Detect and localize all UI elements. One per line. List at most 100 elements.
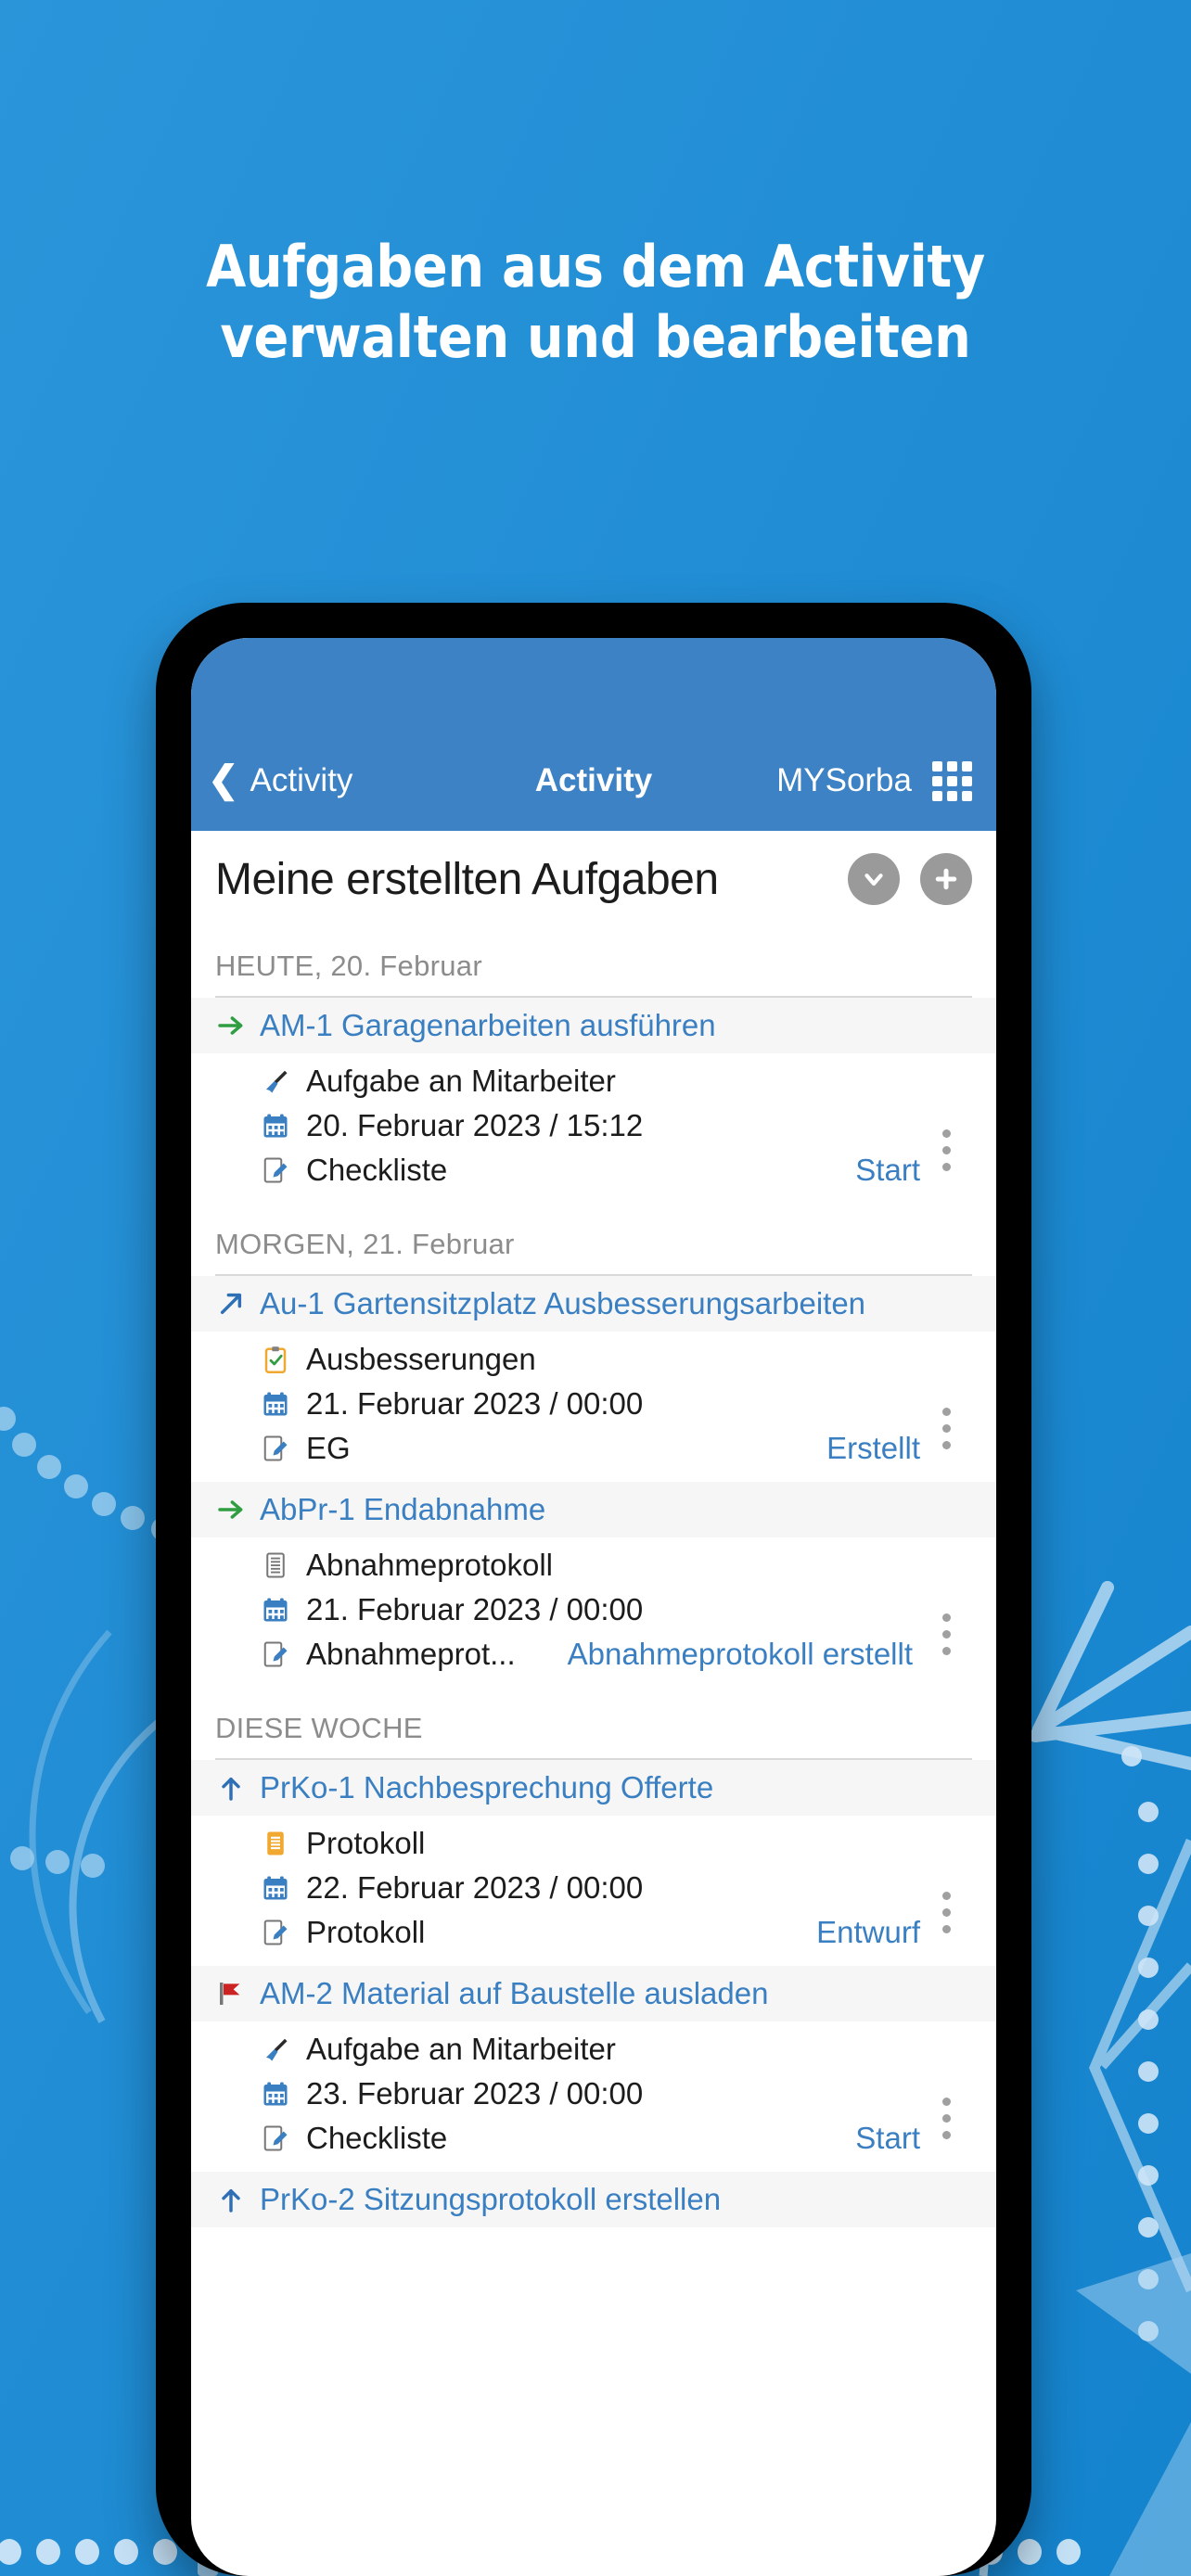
task-status[interactable]: Start bbox=[839, 1153, 920, 1188]
mysorba-link[interactable]: MYSorba bbox=[776, 762, 912, 799]
list-header-actions bbox=[848, 853, 972, 905]
task-date-row: 22. Februar 2023 / 00:00 bbox=[260, 1866, 920, 1910]
chevron-left-icon: ❮ bbox=[208, 759, 239, 800]
arrow-up-blue-icon bbox=[215, 2185, 247, 2214]
kebab-menu-icon[interactable] bbox=[920, 1059, 972, 1192]
task-title: PrKo-1 Nachbesprechung Offerte bbox=[260, 1770, 714, 1804]
task-title: PrKo-2 Sitzungsprotokoll erstellen bbox=[260, 2182, 722, 2216]
task-title-row[interactable]: AM-2 Material auf Baustelle ausladen bbox=[191, 1966, 996, 2021]
task-item[interactable]: AM-2 Material auf Baustelle ausladen Auf… bbox=[191, 1966, 996, 2172]
task-doc: EG bbox=[306, 1431, 351, 1465]
list-title: Meine erstellten Aufgaben bbox=[215, 854, 719, 904]
task-title-row[interactable]: AM-1 Garagenarbeiten ausführen bbox=[191, 998, 996, 1053]
brush-icon bbox=[260, 1067, 291, 1095]
task-title-row[interactable]: AbPr-1 Endabnahme bbox=[191, 1482, 996, 1537]
app-navigation-bar: ❮ Activity Activity MYSorba bbox=[191, 731, 996, 831]
arrow-up-right-blue-icon bbox=[215, 1289, 247, 1319]
task-title: AbPr-1 Endabnahme bbox=[260, 1492, 546, 1526]
task-status[interactable]: Start bbox=[839, 2121, 920, 2156]
note-edit-icon bbox=[260, 2124, 291, 2152]
clipboard-check-icon bbox=[260, 1345, 291, 1373]
task-title-row[interactable]: Au-1 Gartensitzplatz Ausbesserungsarbeit… bbox=[191, 1276, 996, 1332]
task-item[interactable]: AM-1 Garagenarbeiten ausführen Aufgabe a… bbox=[191, 998, 996, 1204]
task-doc: Protokoll bbox=[306, 1915, 426, 1949]
arrow-up-blue-icon bbox=[215, 1773, 247, 1803]
back-button[interactable]: ❮ Activity bbox=[208, 759, 353, 800]
note-edit-icon bbox=[260, 1156, 291, 1184]
navbar-right-group: MYSorba bbox=[776, 760, 972, 801]
note-edit-icon bbox=[260, 1435, 291, 1462]
task-doc-row: Abnahmeprot... Abnahmeprotokoll erstellt bbox=[260, 1632, 920, 1677]
plus-icon[interactable] bbox=[920, 853, 972, 905]
task-doc-row: Checkliste Start bbox=[260, 1148, 920, 1192]
task-type: Abnahmeprotokoll bbox=[306, 1548, 553, 1582]
headline-line-2: verwalten und bearbeiten bbox=[220, 302, 971, 371]
task-title: AM-2 Material auf Baustelle ausladen bbox=[260, 1976, 769, 2010]
task-title-row[interactable]: PrKo-2 Sitzungsprotokoll erstellen bbox=[191, 2172, 996, 2227]
task-type: Ausbesserungen bbox=[306, 1342, 536, 1376]
section-label: HEUTE, 20. Februar bbox=[215, 950, 482, 982]
calendar-icon bbox=[260, 2080, 291, 2108]
task-type-row: Aufgabe an Mitarbeiter bbox=[260, 2027, 920, 2072]
task-date: 23. Februar 2023 / 00:00 bbox=[306, 2076, 644, 2111]
task-date-row: 21. Februar 2023 / 00:00 bbox=[260, 1588, 920, 1632]
task-type: Aufgabe an Mitarbeiter bbox=[306, 1064, 616, 1098]
flag-red-icon bbox=[215, 1979, 247, 2009]
task-detail-lines: Ausbesserungen 21. Februar 2023 / 00:00 bbox=[260, 1337, 920, 1471]
task-status[interactable]: Abnahmeprotokoll erstellt bbox=[551, 1637, 913, 1672]
chevron-down-icon[interactable] bbox=[848, 853, 900, 905]
task-doc-row: Checkliste Start bbox=[260, 2116, 920, 2161]
section-label: MORGEN, 21. Februar bbox=[215, 1228, 515, 1260]
task-title-row[interactable]: PrKo-1 Nachbesprechung Offerte bbox=[191, 1760, 996, 1816]
arrow-right-green-icon bbox=[215, 1495, 247, 1524]
phone-mockup: ❮ Activity Activity MYSorba Meine erstel… bbox=[156, 603, 1031, 2576]
task-body: Aufgabe an Mitarbeiter 20. Februar 2023 … bbox=[191, 1053, 996, 1192]
task-body: Protokoll 22. Februar 2023 / 00:00 Proto… bbox=[191, 1816, 996, 1955]
task-doc-row: Protokoll Entwurf bbox=[260, 1910, 920, 1955]
task-body: Ausbesserungen 21. Februar 2023 / 00:00 bbox=[191, 1332, 996, 1471]
arrow-right-green-icon bbox=[215, 1011, 247, 1040]
task-item[interactable]: PrKo-1 Nachbesprechung Offerte Protokoll bbox=[191, 1760, 996, 1966]
task-date-row: 20. Februar 2023 / 15:12 bbox=[260, 1103, 920, 1148]
task-date: 21. Februar 2023 / 00:00 bbox=[306, 1592, 644, 1626]
document-orange-icon bbox=[260, 1830, 291, 1857]
task-type-row: Aufgabe an Mitarbeiter bbox=[260, 1059, 920, 1103]
task-item[interactable]: AbPr-1 Endabnahme Abnahmeprotokoll 21. F… bbox=[191, 1482, 996, 1688]
task-item-partial[interactable]: PrKo-2 Sitzungsprotokoll erstellen bbox=[191, 2172, 996, 2238]
task-type: Protokoll bbox=[306, 1826, 426, 1860]
kebab-menu-icon[interactable] bbox=[920, 1543, 972, 1677]
task-date-row: 23. Februar 2023 / 00:00 bbox=[260, 2072, 920, 2116]
task-type-row: Protokoll bbox=[260, 1821, 920, 1866]
task-doc: Checkliste bbox=[306, 2121, 448, 2155]
task-item[interactable]: Au-1 Gartensitzplatz Ausbesserungsarbeit… bbox=[191, 1276, 996, 1482]
calendar-icon bbox=[260, 1112, 291, 1140]
calendar-icon bbox=[260, 1596, 291, 1624]
calendar-icon bbox=[260, 1390, 291, 1418]
grid-apps-icon[interactable] bbox=[932, 760, 972, 801]
task-detail-lines: Abnahmeprotokoll 21. Februar 2023 / 00:0… bbox=[260, 1543, 920, 1677]
task-status[interactable]: Erstellt bbox=[810, 1431, 920, 1466]
status-bar bbox=[191, 638, 996, 731]
list-header: Meine erstellten Aufgaben bbox=[191, 831, 996, 925]
task-list[interactable]: HEUTE, 20. Februar AM-1 Garagenarbeiten … bbox=[191, 925, 996, 2238]
back-button-label: Activity bbox=[250, 762, 353, 798]
task-body: Abnahmeprotokoll 21. Februar 2023 / 00:0… bbox=[191, 1537, 996, 1677]
document-lines-icon bbox=[260, 1551, 291, 1579]
kebab-menu-icon[interactable] bbox=[920, 1337, 972, 1471]
task-status[interactable]: Entwurf bbox=[800, 1915, 920, 1950]
note-edit-icon bbox=[260, 1640, 291, 1668]
calendar-icon bbox=[260, 1874, 291, 1902]
task-doc: Checkliste bbox=[306, 1153, 448, 1187]
kebab-menu-icon[interactable] bbox=[920, 2027, 972, 2161]
task-type-row: Abnahmeprotokoll bbox=[260, 1543, 920, 1588]
task-date: 20. Februar 2023 / 15:12 bbox=[306, 1108, 644, 1142]
task-type: Aufgabe an Mitarbeiter bbox=[306, 2032, 616, 2066]
headline-line-1: Aufgaben aus dem Activity bbox=[206, 233, 985, 300]
brush-icon bbox=[260, 2035, 291, 2063]
task-date-row: 21. Februar 2023 / 00:00 bbox=[260, 1382, 920, 1426]
task-doc: Abnahmeprot... bbox=[306, 1637, 516, 1671]
task-body: Aufgabe an Mitarbeiter 23. Februar 2023 … bbox=[191, 2021, 996, 2161]
kebab-menu-icon[interactable] bbox=[920, 1821, 972, 1955]
task-detail-lines: Protokoll 22. Februar 2023 / 00:00 Proto… bbox=[260, 1821, 920, 1955]
task-date: 22. Februar 2023 / 00:00 bbox=[306, 1870, 644, 1905]
